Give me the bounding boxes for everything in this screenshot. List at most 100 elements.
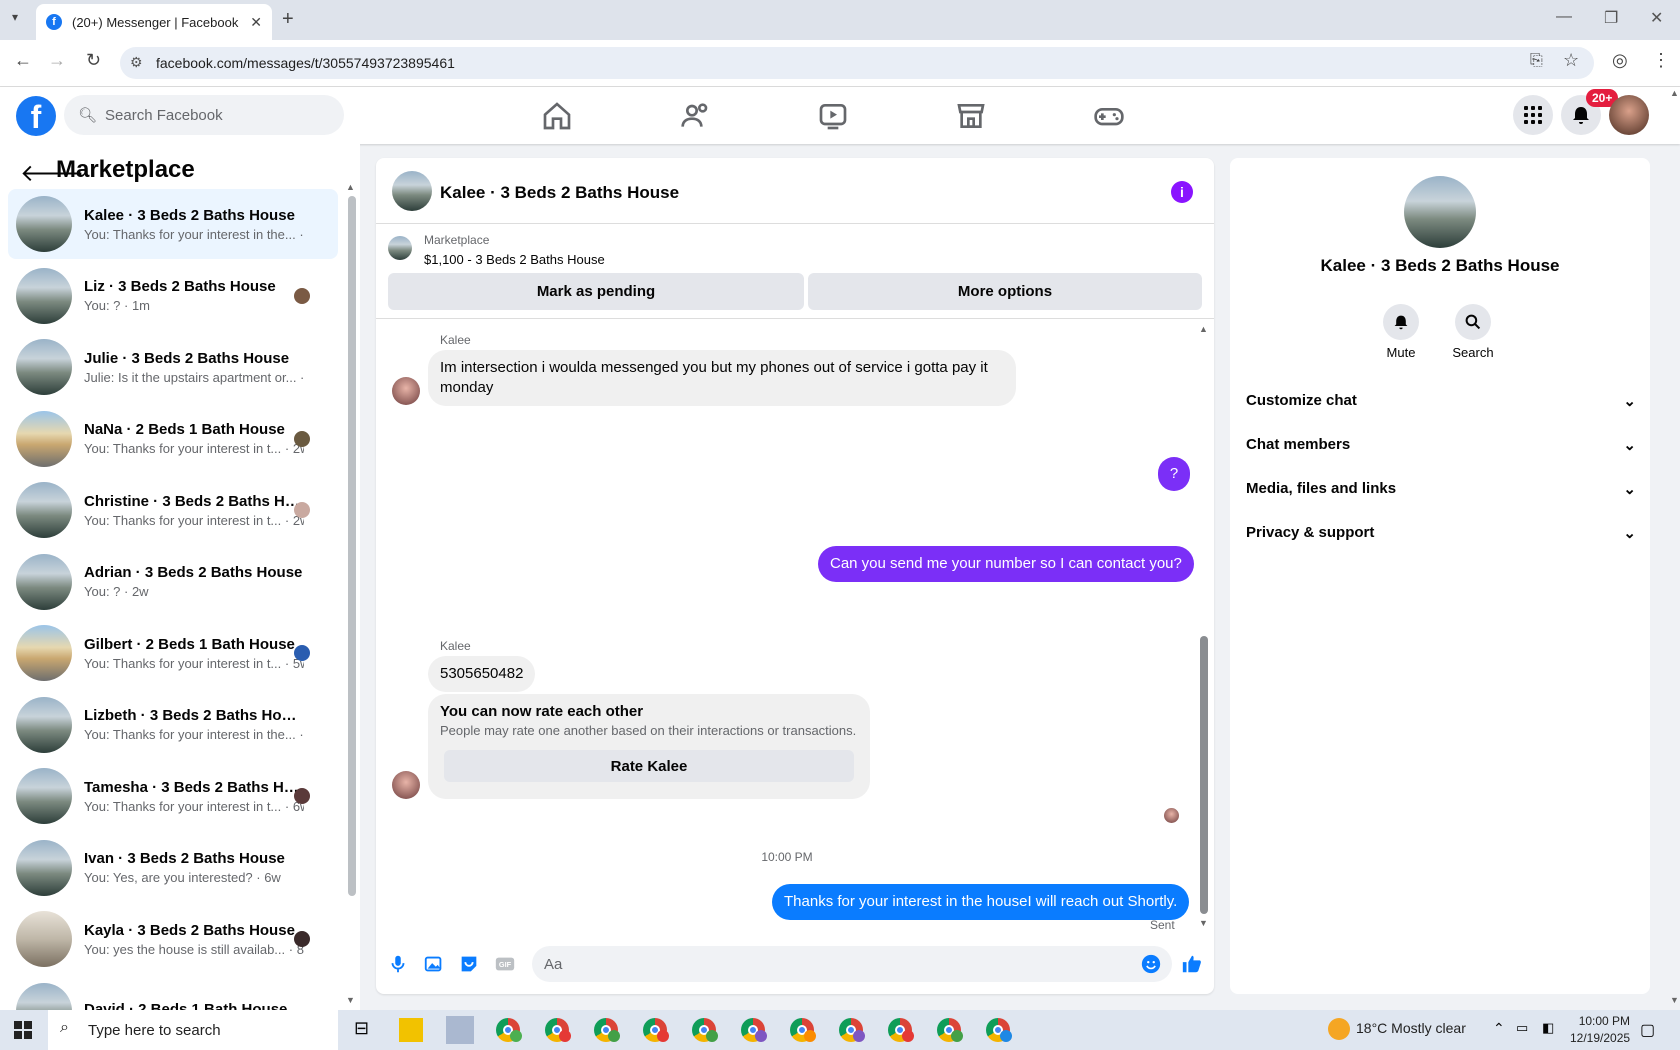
marketplace-icon[interactable] [955, 100, 987, 132]
conversation-item[interactable]: Gilbert · 2 Beds 1 Bath House You: Thanks… [8, 618, 338, 688]
task-view-icon[interactable]: ⊟ [354, 1018, 369, 1039]
pinned-app-icon[interactable] [446, 1016, 474, 1044]
friends-icon[interactable] [680, 100, 712, 132]
chat-scrollbar[interactable] [1200, 636, 1208, 914]
conversation-item[interactable]: Liz · 3 Beds 2 Baths House You: ? · 1m [8, 261, 338, 331]
reload-icon[interactable]: ↻ [86, 50, 101, 71]
chrome-window-icon[interactable] [545, 1018, 571, 1042]
close-tab-icon[interactable]: ✕ [250, 14, 262, 31]
conversation-list-scrollbar[interactable] [348, 196, 356, 896]
conversation-item[interactable]: Julie · 3 Beds 2 Baths House Julie: Is it… [8, 332, 338, 402]
media-files-links-row[interactable]: Media, files and links ⌄ [1246, 480, 1636, 498]
home-icon[interactable] [541, 100, 573, 132]
outgoing-message[interactable]: Can you send me your number so I can con… [818, 546, 1194, 582]
rate-kalee-button[interactable]: Rate Kalee [444, 750, 854, 782]
conversation-name: NaNa · 2 Beds 1 Bath House [84, 421, 285, 438]
listing-price[interactable]: $1,100 - 3 Beds 2 Baths House [424, 252, 605, 267]
page-scroll-up-icon[interactable]: ▲ [1670, 88, 1679, 98]
outgoing-message[interactable]: ? [1158, 457, 1190, 491]
menu-grid-button[interactable] [1513, 95, 1553, 135]
tray-chevron-icon[interactable]: ⌃ [1493, 1020, 1505, 1037]
info-icon[interactable]: i [1171, 181, 1193, 203]
bookmark-star-icon[interactable]: ☆ [1563, 50, 1579, 71]
incoming-message[interactable]: Im intersection i woulda messenged you b… [428, 350, 1016, 406]
conversation-avatar [16, 339, 72, 395]
account-avatar[interactable] [1609, 95, 1649, 135]
menu-kebab-icon[interactable]: ⋮ [1652, 50, 1670, 71]
listing-thumbnail[interactable] [388, 236, 412, 260]
page-scroll-down-icon[interactable]: ▼ [1670, 995, 1679, 1005]
volume-icon[interactable]: ◧ [1542, 1020, 1554, 1036]
chrome-window-icon[interactable] [594, 1018, 620, 1042]
conversation-item[interactable]: NaNa · 2 Beds 1 Bath House You: Thanks fo… [8, 404, 338, 474]
back-icon[interactable]: ← [14, 50, 32, 71]
sender-avatar[interactable] [392, 771, 420, 799]
chat-title[interactable]: Kalee · 3 Beds 2 Baths House [440, 183, 679, 203]
browser-tab[interactable]: f (20+) Messenger | Facebook ✕ [36, 4, 272, 40]
chrome-window-icon[interactable] [839, 1018, 865, 1042]
chat-scroll-up-icon[interactable]: ▲ [1199, 324, 1208, 334]
conversation-item[interactable]: Lizbeth · 3 Beds 2 Baths House You: Thank… [8, 690, 338, 760]
section-label: Customize chat [1246, 392, 1357, 409]
chrome-window-icon[interactable] [496, 1018, 522, 1042]
privacy-support-row[interactable]: Privacy & support ⌄ [1246, 524, 1636, 542]
gif-icon[interactable]: GIF [494, 953, 516, 975]
chrome-window-icon[interactable] [986, 1018, 1012, 1042]
conversation-item[interactable]: Tamesha · 3 Beds 2 Baths Hou... You: Than… [8, 761, 338, 831]
facebook-search-input[interactable]: 🔍︎ Search Facebook [64, 95, 344, 135]
tab-search-icon[interactable]: ▾ [12, 10, 18, 24]
thumbs-up-icon[interactable] [1181, 953, 1203, 975]
conversation-item[interactable]: Kalee · 3 Beds 2 Baths House You: Thanks … [8, 189, 338, 259]
conversation-item[interactable]: Adrian · 3 Beds 2 Baths House You: ? · 2w [8, 547, 338, 617]
more-options-button[interactable]: More options [808, 273, 1202, 310]
conversation-item[interactable]: Ivan · 3 Beds 2 Baths House You: Yes, are… [8, 833, 338, 903]
forward-icon[interactable]: → [48, 50, 66, 71]
photo-icon[interactable] [423, 953, 445, 975]
network-icon[interactable]: ▭ [1516, 1020, 1528, 1036]
chrome-window-icon[interactable] [888, 1018, 914, 1042]
url-bar[interactable]: ⚙ facebook.com/messages/t/30557493723895… [120, 47, 1594, 79]
message-input[interactable]: Aa [532, 946, 1172, 982]
scroll-up-icon[interactable]: ▲ [346, 182, 355, 192]
seen-avatar [294, 788, 310, 804]
windows-start-icon[interactable] [14, 1021, 32, 1039]
file-explorer-icon[interactable] [399, 1018, 423, 1042]
mark-as-pending-button[interactable]: Mark as pending [388, 273, 804, 310]
sticker-icon[interactable] [458, 953, 480, 975]
scroll-down-icon[interactable]: ▼ [346, 995, 355, 1005]
chrome-window-icon[interactable] [937, 1018, 963, 1042]
weather-text[interactable]: 18°C Mostly clear [1356, 1020, 1466, 1036]
sender-avatar[interactable] [392, 377, 420, 405]
info-avatar[interactable] [1404, 176, 1476, 248]
customize-chat-row[interactable]: Customize chat ⌄ [1246, 392, 1636, 410]
chrome-window-icon[interactable] [692, 1018, 718, 1042]
watch-video-icon[interactable] [817, 100, 849, 132]
weather-icon[interactable] [1328, 1018, 1350, 1040]
microphone-icon[interactable] [387, 953, 409, 975]
chrome-window-icon[interactable] [741, 1018, 767, 1042]
emoji-icon[interactable] [1140, 953, 1162, 975]
chrome-window-icon[interactable] [790, 1018, 816, 1042]
restore-icon[interactable]: ❐ [1604, 8, 1618, 28]
conversation-item[interactable]: Kayla · 3 Beds 2 Baths House You: yes the… [8, 904, 338, 974]
chat-avatar[interactable] [392, 171, 432, 211]
outgoing-message[interactable]: Thanks for your interest in the houseI w… [772, 884, 1190, 920]
taskbar-clock[interactable]: 10:00 PM 12/19/2025 [1570, 1013, 1630, 1047]
minimize-icon[interactable]: — [1556, 8, 1572, 26]
new-tab-icon[interactable]: + [282, 8, 294, 31]
incoming-message[interactable]: 5305650482 [428, 656, 536, 692]
install-app-icon[interactable]: ⎘ [1530, 52, 1543, 70]
profile-icon[interactable]: ◎ [1612, 50, 1628, 71]
taskbar-search-input[interactable]: ⌕ Type here to search [48, 1010, 338, 1050]
mute-button[interactable] [1383, 304, 1419, 340]
chat-scroll-down-icon[interactable]: ▼ [1199, 918, 1208, 928]
conversation-item[interactable]: Christine · 3 Beds 2 Baths Hou... You: Th… [8, 475, 338, 545]
gaming-icon[interactable] [1093, 100, 1125, 132]
chrome-window-icon[interactable] [643, 1018, 669, 1042]
site-info-icon[interactable]: ⚙ [130, 54, 143, 71]
notification-center-icon[interactable]: ▢ [1640, 1020, 1655, 1040]
search-in-chat-button[interactable] [1455, 304, 1491, 340]
chat-members-row[interactable]: Chat members ⌄ [1246, 436, 1636, 454]
close-window-icon[interactable]: ✕ [1650, 8, 1663, 28]
facebook-logo-icon[interactable]: f [16, 96, 56, 136]
